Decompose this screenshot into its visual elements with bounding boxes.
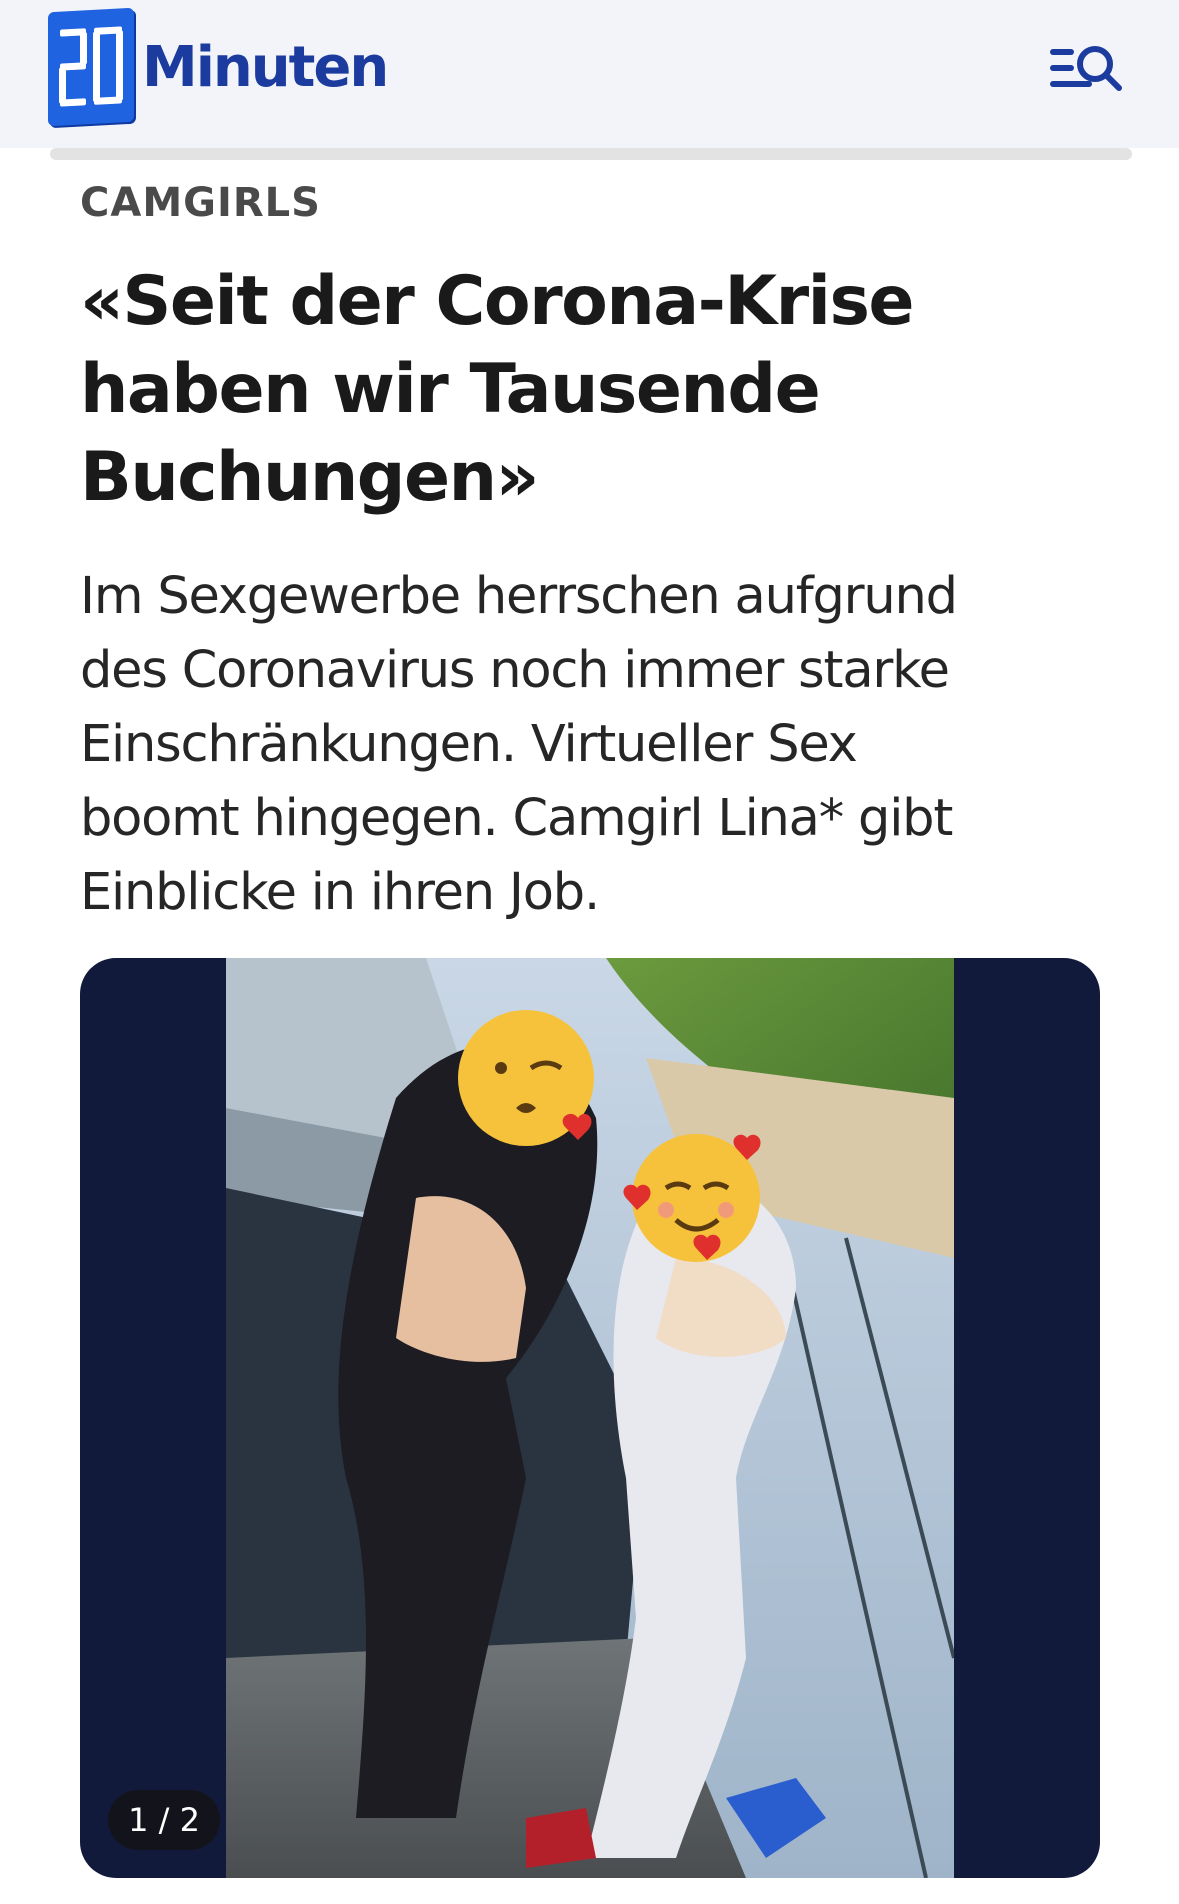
article-kicker: CAMGIRLS [80,180,321,226]
lead-line: boomt hingegen. Camgirl Lina* gibt [80,789,953,848]
lead-line: des Coronavirus noch immer starke [80,641,950,700]
headline-line: haben wir Tausende [80,350,821,429]
site-logo[interactable]: Minuten [48,7,389,127]
logo-wordmark: Minuten [142,34,389,100]
logo-badge [48,7,134,127]
article-headline: «Seit der Corona-Krise haben wir Tausend… [80,258,1080,522]
gallery-photo[interactable] [226,958,954,1878]
image-gallery[interactable]: 1 / 2 [80,958,1100,1878]
menu-search-icon [1050,46,1122,91]
site-header: Minuten [0,0,1179,148]
lead-line: Einschränkungen. Virtueller Sex [80,715,858,774]
logo-digits-icon [59,26,123,107]
header-divider [50,148,1132,160]
lead-line: Im Sexgewerbe herrschen aufgrund [80,567,958,626]
gallery-counter: 1 / 2 [108,1790,220,1850]
photo-illustration [226,958,954,1878]
menu-search-button[interactable] [1049,40,1125,96]
lead-line: Einblicke in ihren Job. [80,863,600,922]
article-page: Minuten CAMGIRLS «Seit der Corona-Krise … [0,0,1179,1904]
article-lead: Im Sexgewerbe herrschen aufgrund des Cor… [80,560,1120,930]
headline-line: «Seit der Corona-Krise [80,262,915,341]
headline-line: Buchungen» [80,438,539,517]
